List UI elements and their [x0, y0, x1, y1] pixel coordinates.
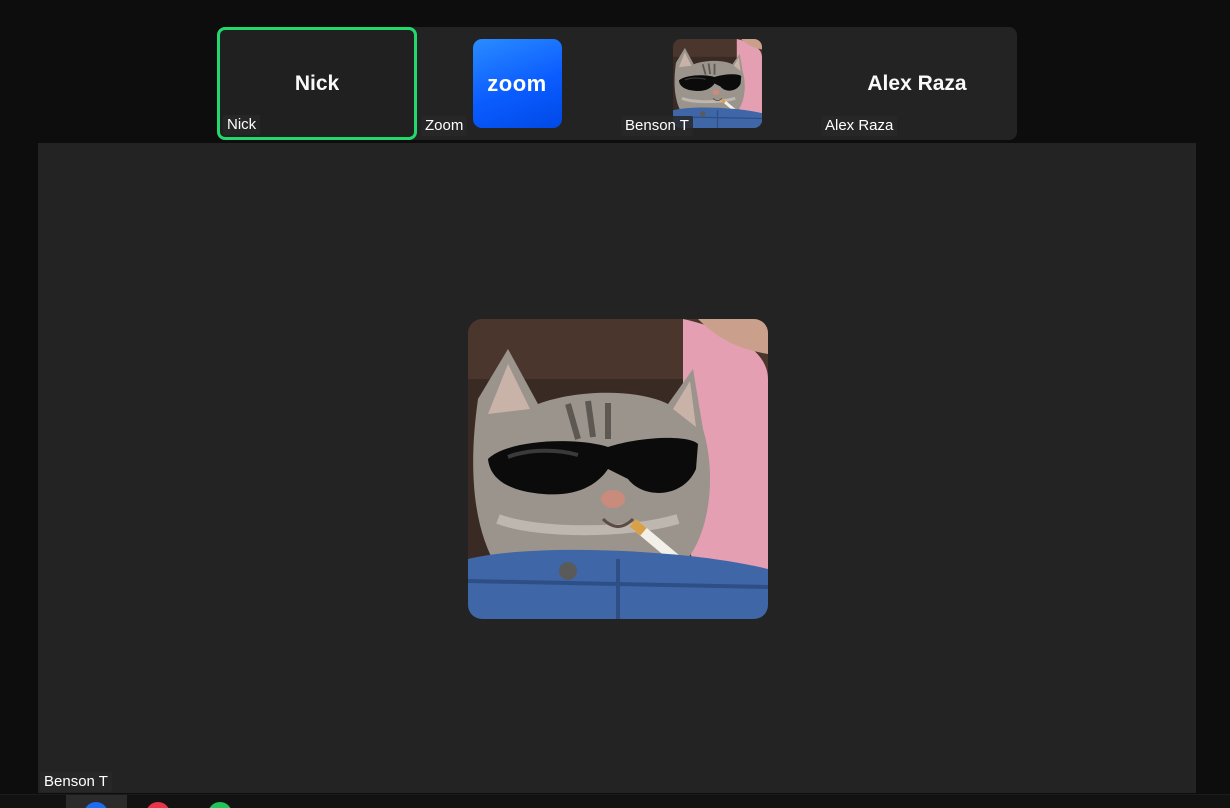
participant-name-tag: Benson T [621, 116, 693, 136]
participant-name-tag: Zoom [421, 116, 468, 136]
participant-display-name: Nick [294, 71, 340, 95]
taskbar-zoom-button[interactable] [66, 795, 127, 808]
cat-sunglasses-avatar-icon [468, 319, 768, 619]
participant-tile-nick[interactable]: Nick Nick [217, 27, 417, 140]
zoom-app-icon [84, 802, 108, 808]
participant-name-tag: Alex Raza [821, 116, 898, 136]
zoom-logo-text: zoom [487, 70, 547, 96]
participant-thumbnail-strip: Nick Nick zoom Zoom Benson T Alex Raza A… [217, 27, 1017, 140]
zoom-logo-icon: zoom [472, 39, 562, 128]
cat-sunglasses-avatar-icon [673, 39, 762, 128]
zoom-meeting-window: Nick Nick zoom Zoom Benson T Alex Raza A… [0, 0, 1230, 808]
participant-tile-alex-raza[interactable]: Alex Raza Alex Raza [817, 27, 1017, 140]
green-app-icon[interactable] [208, 802, 232, 808]
participant-tile-zoom[interactable]: zoom Zoom [417, 27, 617, 140]
active-speaker-name-tag: Benson T [40, 772, 112, 792]
red-app-icon[interactable] [146, 802, 170, 808]
participant-tile-benson[interactable]: Benson T [617, 27, 817, 140]
taskbar [0, 794, 1230, 808]
active-speaker-view[interactable]: Benson T [38, 143, 1196, 793]
participant-name-tag: Nick [223, 115, 261, 135]
participant-display-name: Alex Raza [867, 71, 967, 95]
